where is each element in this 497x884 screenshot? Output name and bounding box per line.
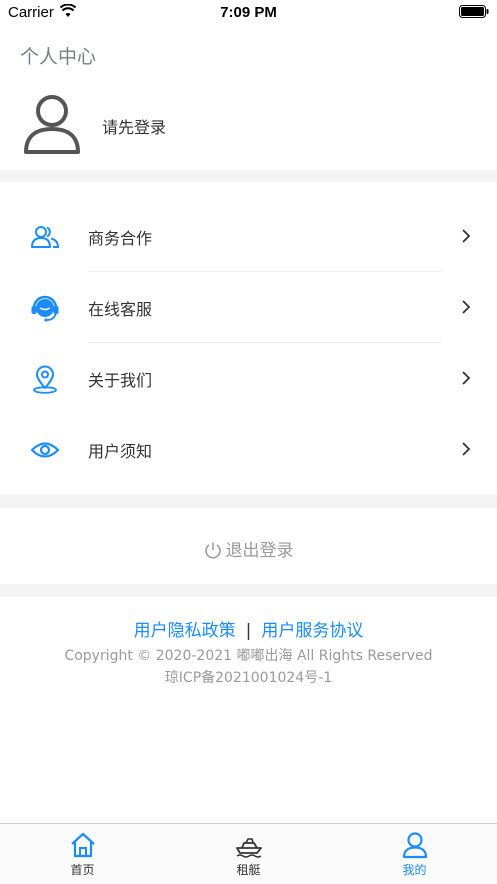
headset-icon [31, 295, 59, 322]
menu-item-customer-service[interactable]: 在线客服 [0, 272, 497, 342]
link-separator: | [245, 621, 252, 641]
menu-item-label: 商务合作 [88, 229, 153, 248]
logout-button[interactable]: 退出登录 [0, 508, 497, 584]
tab-label: 租艇 [236, 863, 261, 877]
menu-item-label: 在线客服 [88, 300, 153, 319]
clock: 7:09 PM [220, 4, 277, 21]
section-divider [0, 170, 497, 182]
tab-bar: 首页 租艇 我的 [0, 823, 497, 884]
chevron-right-icon [462, 229, 471, 243]
service-agreement-link[interactable]: 用户服务协议 [261, 621, 363, 641]
eye-icon [30, 442, 60, 458]
privacy-policy-link[interactable]: 用户隐私政策 [134, 621, 236, 641]
icp-text: 琼ICP备2021001024号-1 [164, 670, 333, 686]
people-icon [31, 226, 60, 248]
tab-label: 首页 [70, 863, 95, 877]
status-bar: Carrier 7:09 PM [0, 0, 497, 26]
menu-item-about[interactable]: 关于我们 [0, 343, 497, 413]
yacht-icon [235, 838, 262, 858]
menu-item-business[interactable]: 商务合作 [0, 201, 497, 271]
chevron-right-icon [462, 300, 471, 314]
tab-rent-yacht[interactable]: 租艇 [166, 824, 331, 884]
copyright-block: Copyright © 2020-2021 嘟嘟出海 All Rights Re… [0, 645, 497, 689]
menu-item-label: 关于我们 [88, 371, 153, 390]
menu-item-label: 用户须知 [88, 442, 153, 461]
tab-label: 我的 [402, 863, 427, 877]
tab-home[interactable]: 首页 [0, 824, 165, 884]
power-icon [204, 542, 221, 559]
logout-label: 退出登录 [225, 541, 294, 561]
home-icon [70, 832, 95, 858]
avatar-icon [24, 95, 80, 154]
tab-mine[interactable]: 我的 [332, 824, 497, 884]
login-prompt[interactable]: 请先登录 [102, 114, 166, 138]
copyright-text: Copyright © 2020-2021 嘟嘟出海 All Rights Re… [64, 648, 433, 664]
chevron-right-icon [462, 371, 471, 385]
logout-content: 退出登录 [0, 536, 497, 561]
user-icon [402, 832, 427, 859]
page-title: 个人中心 [20, 46, 97, 68]
menu-item-user-notice[interactable]: 用户须知 [0, 414, 497, 484]
policy-links: 用户隐私政策 | 用户服务协议 [0, 616, 497, 641]
section-divider [0, 494, 497, 508]
chevron-right-icon [462, 442, 471, 456]
location-pin-icon [33, 365, 57, 394]
section-divider [0, 584, 497, 597]
battery-icon [459, 5, 489, 18]
profile-section[interactable]: 请先登录 [0, 84, 497, 170]
